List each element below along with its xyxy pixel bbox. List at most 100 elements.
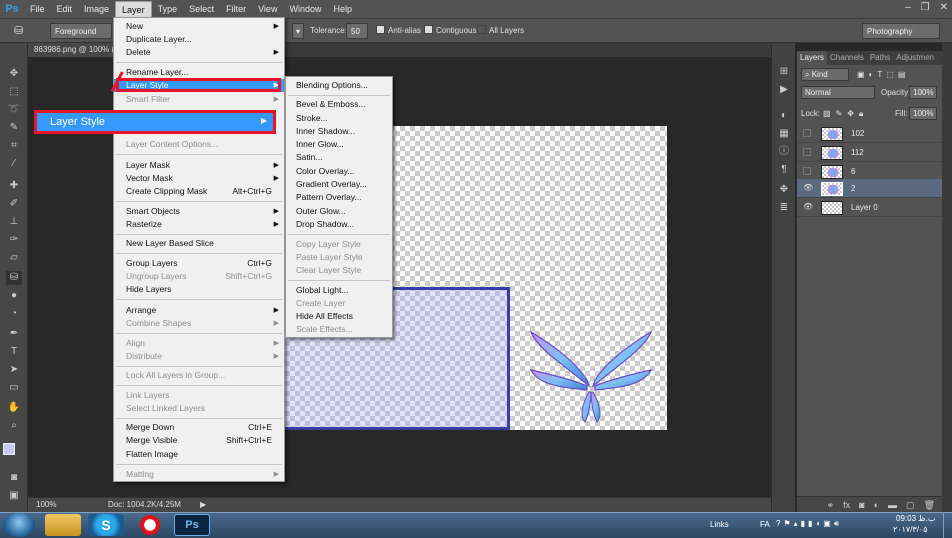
tray-icons[interactable]: ?⚑▴▮▮◖▣🔊︎ bbox=[776, 519, 842, 529]
menu-new[interactable]: New ▶ bbox=[114, 20, 284, 33]
menu-hide-all-effects[interactable]: Hide All Effects bbox=[284, 310, 390, 323]
menu-hide-layers[interactable]: Hide Layers bbox=[114, 283, 284, 296]
link-layers-icon[interactable]: ⚭ bbox=[827, 497, 835, 512]
menu-smart-filter[interactable]: Smart Filter ▶ bbox=[114, 93, 284, 106]
menu-create-layer[interactable]: Create Layer bbox=[284, 297, 390, 310]
menu-distribute[interactable]: Distribute ▶ bbox=[114, 350, 284, 363]
filter-kind-select[interactable]: ⌕ Kind bbox=[801, 68, 849, 81]
menu-outer-glow[interactable]: Outer Glow... bbox=[284, 205, 390, 218]
dodge-tool-icon[interactable]: ◔ bbox=[6, 307, 22, 321]
show-desktop-button[interactable] bbox=[943, 513, 952, 538]
menu-merge-down[interactable]: Merge Down Ctrl+E bbox=[114, 421, 284, 434]
healing-brush-icon[interactable]: ✚ bbox=[6, 179, 22, 193]
marquee-tool-icon[interactable]: ⬚ bbox=[6, 85, 22, 99]
actions-panel-icon[interactable]: ▶ bbox=[777, 83, 791, 97]
history-panel-icon[interactable]: ⊞ bbox=[777, 65, 791, 79]
eyedropper-icon[interactable]: ⁄ bbox=[6, 157, 22, 171]
clone-stamp-icon[interactable]: ⊥ bbox=[6, 215, 22, 229]
type-tool-icon[interactable]: T bbox=[6, 345, 22, 359]
menu-vector-mask[interactable]: Vector Mask ▶ bbox=[114, 172, 284, 185]
menu-color-overlay[interactable]: Color Overlay... bbox=[284, 165, 390, 178]
menu-blending-options[interactable]: Blending Options... bbox=[284, 79, 390, 92]
lock-icons[interactable]: ▨✎✥🔒︎ bbox=[823, 107, 868, 120]
eye-icon[interactable]: 👁︎ bbox=[803, 184, 813, 192]
menu-select[interactable]: Select bbox=[183, 1, 220, 18]
menu-create-clipping-mask[interactable]: Create Clipping Mask Alt+Ctrl+G bbox=[114, 185, 284, 198]
fx-icon[interactable]: fx bbox=[843, 497, 850, 512]
menu-global-light[interactable]: Global Light... bbox=[284, 284, 390, 297]
brush-panel-icon[interactable]: ✥ bbox=[777, 183, 791, 197]
contiguous-checkbox[interactable]: Contiguous bbox=[424, 23, 476, 39]
screen-mode-icon[interactable]: ▣ bbox=[6, 489, 22, 503]
explorer-taskbar-icon[interactable] bbox=[45, 514, 81, 536]
menu-clear-layer-style[interactable]: Clear Layer Style bbox=[284, 264, 390, 277]
crop-tool-icon[interactable]: ⌗ bbox=[6, 139, 22, 153]
foreground-color-swatch[interactable] bbox=[3, 443, 15, 455]
add-mask-icon[interactable]: ◙ bbox=[859, 497, 864, 512]
clock-time[interactable]: 09:03 ب.ظ bbox=[896, 514, 935, 523]
menu-ungroup-layers[interactable]: Ungroup Layers Shift+Ctrl+G bbox=[114, 270, 284, 283]
menu-copy-layer-style[interactable]: Copy Layer Style bbox=[284, 238, 390, 251]
menu-filter[interactable]: Filter bbox=[220, 1, 252, 18]
anti-alias-checkbox[interactable]: Anti-alias bbox=[376, 23, 421, 39]
zoom-level[interactable]: 100% bbox=[36, 500, 56, 509]
visibility-toggle[interactable] bbox=[803, 167, 811, 175]
swatches-panel-icon[interactable]: ▦ bbox=[777, 127, 791, 141]
fill-input[interactable]: 100% bbox=[909, 107, 937, 120]
layer-row-102[interactable]: 102 bbox=[797, 124, 943, 143]
zoom-tool-icon[interactable]: ⌕ bbox=[6, 419, 22, 433]
pen-tool-icon[interactable]: ✒ bbox=[6, 327, 22, 341]
menu-layer[interactable]: Layer bbox=[115, 0, 152, 18]
tab-channels[interactable]: Channels bbox=[827, 51, 867, 65]
tab-layers[interactable]: Layers bbox=[797, 51, 828, 65]
brush-tool-icon[interactable]: ✐ bbox=[6, 197, 22, 211]
menu-inner-shadow[interactable]: Inner Shadow... bbox=[284, 125, 390, 138]
maximize-icon[interactable]: ❐ bbox=[921, 2, 930, 13]
menu-help[interactable]: Help bbox=[327, 1, 358, 18]
menu-stroke[interactable]: Stroke... bbox=[284, 112, 390, 125]
blend-mode-select[interactable]: Normal bbox=[801, 86, 875, 99]
paint-bucket-icon[interactable]: ⛁ bbox=[14, 23, 23, 39]
menu-pattern-overlay[interactable]: Pattern Overlay... bbox=[284, 191, 390, 204]
menu-flatten-image[interactable]: Flatten Image bbox=[114, 448, 284, 461]
tolerance-input[interactable]: 50 bbox=[346, 23, 368, 39]
menu-type[interactable]: Type bbox=[152, 1, 184, 18]
menu-drop-shadow[interactable]: Drop Shadow... bbox=[284, 218, 390, 231]
menu-new-layer-based-slice[interactable]: New Layer Based Slice bbox=[114, 237, 284, 250]
path-select-icon[interactable]: ➤ bbox=[6, 363, 22, 377]
menu-combine-shapes[interactable]: Combine Shapes ▶ bbox=[114, 317, 284, 330]
menu-layer-content-options[interactable]: Layer Content Options... bbox=[114, 138, 284, 151]
photoshop-taskbar-icon[interactable]: Ps bbox=[174, 514, 210, 536]
menu-arrange[interactable]: Arrange ▶ bbox=[114, 304, 284, 317]
menu-file[interactable]: File bbox=[24, 1, 51, 18]
properties-panel-icon[interactable]: ≣ bbox=[777, 201, 791, 215]
eye-icon[interactable]: 👁︎ bbox=[803, 203, 813, 211]
menu-merge-visible[interactable]: Merge Visible Shift+Ctrl+E bbox=[114, 434, 284, 447]
menu-delete[interactable]: Delete ▶ bbox=[114, 46, 284, 59]
menu-satin[interactable]: Satin... bbox=[284, 151, 390, 164]
trash-icon[interactable]: 🗑︎ bbox=[924, 497, 935, 512]
menu-edit[interactable]: Edit bbox=[51, 1, 79, 18]
language-indicator[interactable]: FA bbox=[760, 520, 770, 529]
paint-bucket-tool-icon[interactable]: ⛁ bbox=[6, 271, 22, 285]
close-icon[interactable]: ✕ bbox=[940, 2, 948, 13]
skype-taskbar-icon[interactable]: S bbox=[88, 514, 124, 536]
menu-rasterize[interactable]: Rasterize ▶ bbox=[114, 218, 284, 231]
links-toolbar[interactable]: Links bbox=[710, 520, 729, 529]
menu-scale-effects[interactable]: Scale Effects... bbox=[284, 323, 390, 336]
menu-select-linked-layers[interactable]: Select Linked Layers bbox=[114, 402, 284, 415]
fill-source-select[interactable]: Foreground bbox=[50, 23, 112, 39]
new-group-icon[interactable]: ▬ bbox=[888, 497, 897, 512]
menu-smart-objects[interactable]: Smart Objects ▶ bbox=[114, 205, 284, 218]
eraser-tool-icon[interactable]: ▱ bbox=[6, 251, 22, 265]
menu-group-layers[interactable]: Group Layers Ctrl+G bbox=[114, 257, 284, 270]
character-panel-icon[interactable]: ¶ bbox=[777, 163, 791, 177]
new-layer-icon[interactable]: ▢ bbox=[906, 497, 915, 512]
document-tab[interactable]: 863986.png @ 100% ( bbox=[28, 43, 121, 57]
tab-adjustments[interactable]: Adjustmen bbox=[893, 51, 937, 65]
menu-matting[interactable]: Matting ▶ bbox=[114, 468, 284, 481]
move-tool-icon[interactable]: ✥ bbox=[6, 67, 22, 81]
all-layers-checkbox[interactable]: All Layers bbox=[477, 23, 524, 39]
menu-link-layers[interactable]: Link Layers bbox=[114, 389, 284, 402]
layer-row-112[interactable]: 112 bbox=[797, 143, 943, 162]
